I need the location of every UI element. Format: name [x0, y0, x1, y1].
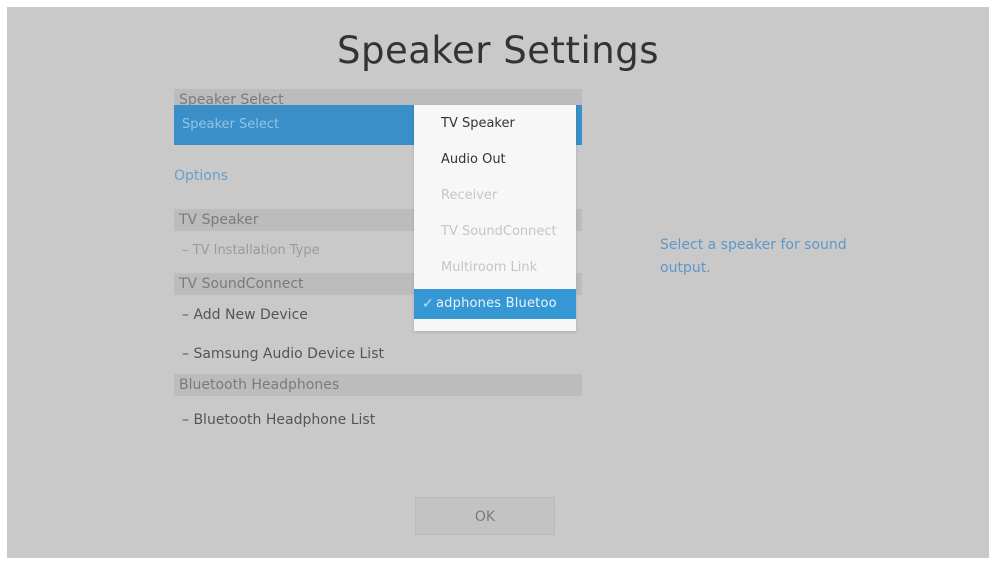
add-new-device-item[interactable]: – Add New Device — [182, 307, 308, 323]
dropdown-item-tv-speaker[interactable]: TV Speaker — [414, 109, 576, 139]
speaker-dropdown-menu: TV Speaker Audio Out Receiver TV SoundCo… — [414, 105, 576, 331]
bullet-icon: – — [182, 307, 194, 323]
options-label: Options — [174, 168, 229, 184]
dropdown-item-multiroom-link: Multiroom Link — [441, 260, 538, 275]
bullet-icon: – — [182, 243, 193, 258]
help-text: Select a speaker for sound output. — [660, 237, 847, 276]
bullet-icon: – — [182, 412, 194, 428]
tv-installation-type-label: TV Installation Type — [192, 243, 320, 258]
samsung-audio-device-list-label: Samsung Audio Device List — [193, 346, 384, 362]
dropdown-item-audio-out[interactable]: Audio Out — [414, 145, 576, 175]
dropdown-item-tv-soundconnect: TV SoundConnect — [441, 224, 557, 239]
bluetooth-headphone-list-label: Bluetooth Headphone List — [193, 412, 376, 428]
dropdown-item-bluetooth-headphones[interactable]: ✓ adphones Bluetoo — [414, 289, 576, 319]
samsung-audio-device-list-item[interactable]: – Samsung Audio Device List — [182, 346, 384, 362]
speaker-select-value: Speaker Select — [182, 117, 280, 132]
check-icon: ✓ — [422, 296, 434, 312]
dropdown-item-bluetooth-headphones-label: adphones Bluetoo — [436, 296, 557, 311]
tv-installation-type-item[interactable]: – TV Installation Type — [182, 243, 320, 258]
add-new-device-label: Add New Device — [193, 307, 308, 323]
page-title: Speaker Settings — [336, 29, 659, 72]
ok-button[interactable]: OK — [415, 497, 555, 535]
dropdown-item-receiver: Receiver — [441, 188, 498, 203]
tv-screen: Speaker Settings Speaker Select Speaker … — [7, 7, 989, 558]
bluetooth-headphones-header: Bluetooth Headphones — [174, 374, 582, 396]
bluetooth-headphone-list-item[interactable]: – Bluetooth Headphone List — [182, 412, 375, 428]
bullet-icon: – — [182, 346, 194, 362]
